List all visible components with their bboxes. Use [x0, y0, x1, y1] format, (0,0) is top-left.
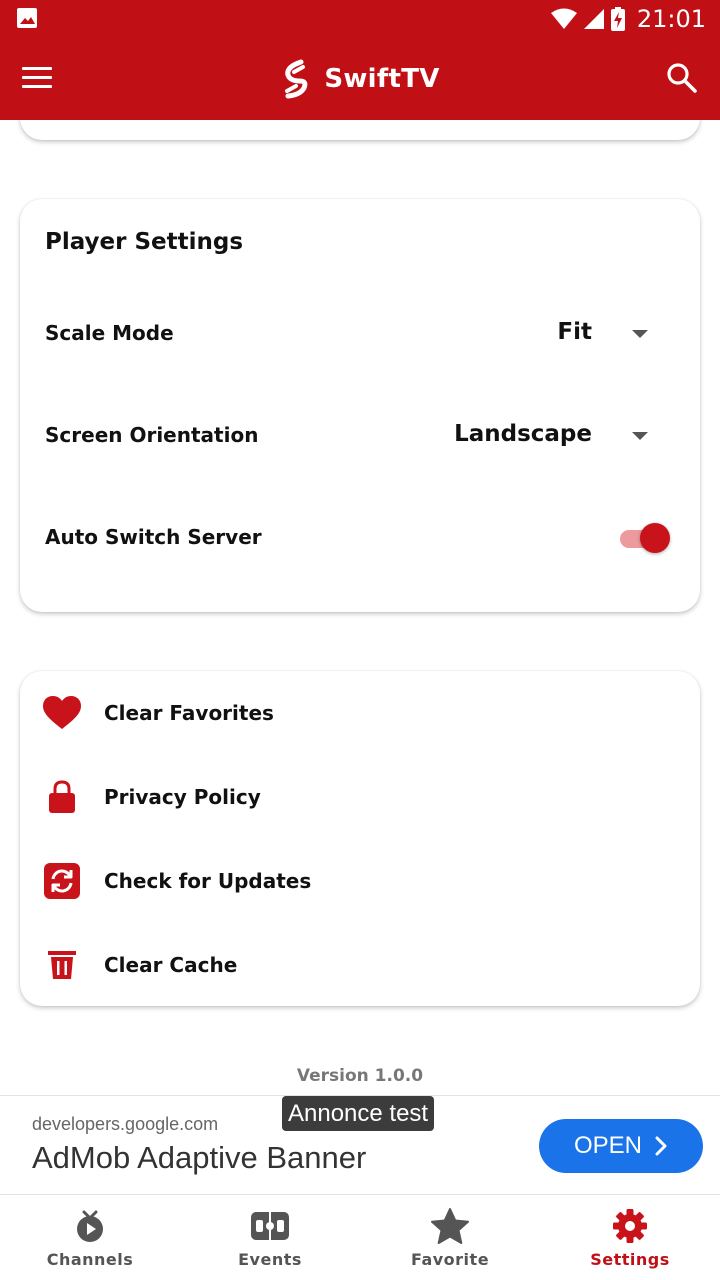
app-title: SwiftTV [324, 64, 440, 94]
cell-signal-icon [583, 9, 604, 29]
screen-orientation-label: Screen Orientation [45, 423, 259, 447]
clear-favorites-label: Clear Favorites [104, 701, 274, 725]
chevron-right-icon [655, 1136, 667, 1156]
refresh-icon [42, 861, 82, 901]
player-settings-card: Player Settings Scale Mode Fit Screen Or… [20, 199, 700, 612]
search-button[interactable] [666, 62, 698, 94]
screen-orientation-chevron-down-icon[interactable] [632, 432, 648, 440]
nav-events[interactable]: Events [180, 1196, 360, 1280]
auto-switch-server-toggle[interactable] [618, 522, 670, 554]
nav-channels-label: Channels [46, 1250, 134, 1269]
version-text: Version 1.0.0 [296, 1066, 424, 1086]
app-bar: SwiftTV [0, 38, 720, 120]
clear-cache-label: Clear Cache [104, 953, 238, 977]
nav-favorite-label: Favorite [410, 1250, 490, 1269]
search-icon [667, 63, 697, 93]
nav-settings-label: Settings [590, 1250, 670, 1269]
swifttv-logo [285, 59, 308, 99]
nav-settings[interactable]: Settings [540, 1196, 720, 1280]
auto-switch-server-label: Auto Switch Server [45, 525, 262, 549]
status-icons: 21:01 [550, 4, 706, 34]
ad-domain: developers.google.com [32, 1114, 219, 1134]
scoreboard-icon [250, 1208, 290, 1244]
scale-mode-dropdown[interactable]: Fit [557, 319, 592, 345]
nav-channels[interactable]: Channels [0, 1196, 180, 1280]
ad-banner[interactable]: developers.google.com AdMob Adaptive Ban… [0, 1095, 720, 1195]
battery-icon [610, 7, 625, 31]
nav-favorite[interactable]: Favorite [360, 1196, 540, 1280]
clear-cache-row[interactable]: Clear Cache [20, 923, 700, 1007]
ad-test-badge: Annonce test [282, 1096, 435, 1131]
wifi-icon [550, 8, 577, 29]
status-bar: 21:01 [0, 0, 720, 38]
image-notification-icon [17, 8, 37, 28]
scale-mode-label: Scale Mode [45, 321, 174, 345]
tv-icon [70, 1208, 110, 1244]
clear-favorites-row[interactable]: Clear Favorites [20, 671, 700, 755]
ad-open-label: OPEN [573, 1132, 642, 1159]
previous-settings-card [20, 120, 700, 140]
lock-icon [42, 777, 82, 817]
ad-title: AdMob Adaptive Banner [32, 1140, 367, 1175]
privacy-policy-row[interactable]: Privacy Policy [20, 755, 700, 839]
ad-open-button[interactable]: OPEN [539, 1119, 703, 1173]
player-settings-title: Player Settings [45, 229, 244, 255]
toggle-thumb [640, 523, 670, 553]
settings-content[interactable]: Player Settings Scale Mode Fit Screen Or… [0, 120, 720, 1095]
screen-orientation-dropdown[interactable]: Landscape [454, 421, 592, 447]
privacy-policy-label: Privacy Policy [104, 785, 261, 809]
check-updates-row[interactable]: Check for Updates [20, 839, 700, 923]
check-updates-label: Check for Updates [104, 869, 312, 893]
nav-events-label: Events [238, 1250, 302, 1269]
brand: SwiftTV [0, 56, 720, 102]
heart-icon [42, 693, 82, 733]
actions-card: Clear Favorites Privacy Policy Check for… [20, 671, 700, 1006]
bottom-navigation: Channels Events Favorite Settings [0, 1196, 720, 1280]
status-time: 21:01 [636, 5, 706, 33]
star-icon [430, 1208, 470, 1244]
scale-mode-chevron-down-icon[interactable] [632, 330, 648, 338]
trash-icon [42, 945, 82, 985]
gear-icon [610, 1208, 650, 1244]
